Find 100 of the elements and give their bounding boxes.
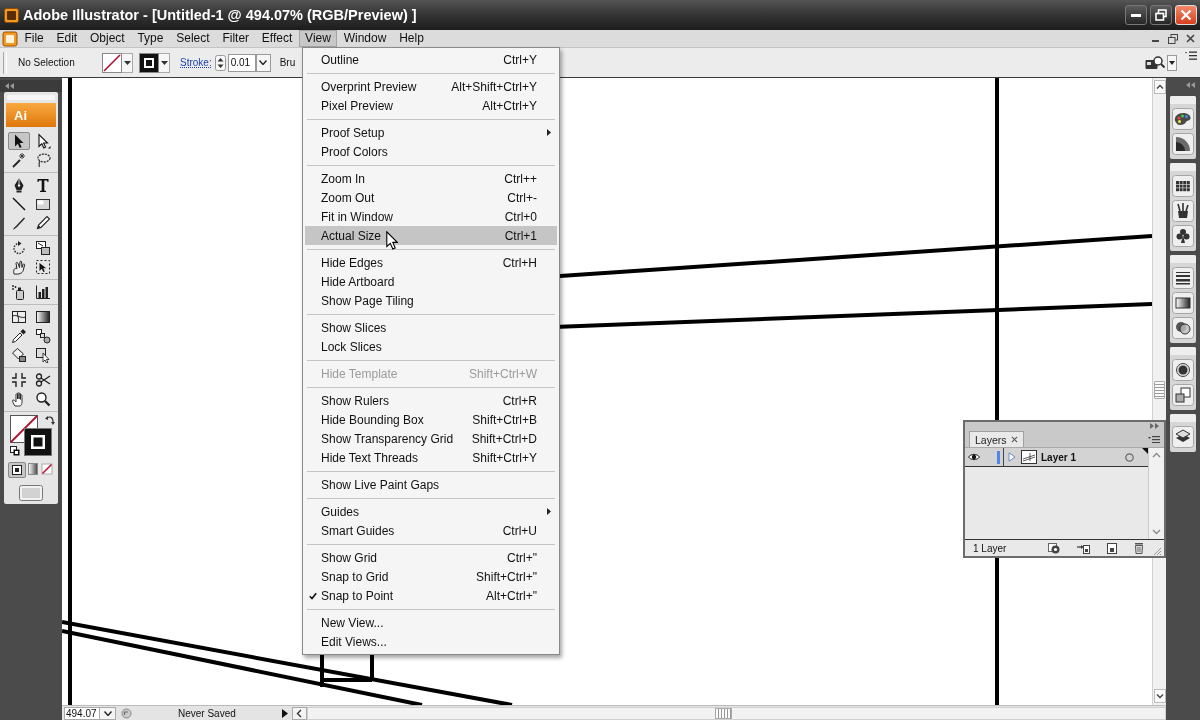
swap-arrows-icon[interactable] [45,415,55,425]
magnifier-icon[interactable] [35,390,51,407]
grip-bar[interactable] [1170,163,1196,171]
overlapping-circles-icon[interactable] [1172,317,1194,339]
menu-item[interactable]: New View... [305,613,557,632]
circle-arrow-icon[interactable] [121,707,132,719]
gradient-icon[interactable] [1172,292,1194,314]
hollow-arrow-icon[interactable] [35,132,51,149]
menu-item[interactable]: Select [169,30,216,47]
spray-can-icon[interactable] [11,283,27,300]
collapse-arrows-icon[interactable] [5,83,14,89]
camera-magnifier-icon[interactable] [1145,54,1165,71]
grip-bar[interactable] [1170,347,1196,355]
rotate-icon[interactable] [11,239,27,256]
menu-item[interactable]: Zoom Out Ctrl+- [305,188,557,207]
pencil-icon[interactable] [35,214,51,231]
menu-item[interactable]: Edit Views... [305,632,557,651]
layers-tab[interactable]: Layers [969,431,1024,447]
dropdown-button[interactable] [1167,54,1177,71]
eyedropper-icon[interactable] [11,327,27,344]
fill-swatch-icon[interactable] [102,52,122,73]
square-circle-icon[interactable] [1048,542,1061,554]
menu-item[interactable]: Outline Ctrl+Y [305,50,557,69]
stroke-lines-icon[interactable] [1172,267,1194,289]
menu-item[interactable]: Hide Artboard [305,272,557,291]
scrollbar-thumb[interactable] [1154,381,1165,399]
stroke-weight-field[interactable]: 0.01 [227,53,256,72]
scroll-left-button[interactable] [291,706,307,720]
dropdown-button[interactable] [122,52,133,73]
overlapping-squares-icon[interactable] [1172,384,1194,406]
palette-icon[interactable] [1172,108,1194,130]
menu-item[interactable]: View [298,30,338,47]
menu-item[interactable]: Snap to Grid Shift+Ctrl+" [305,567,557,586]
grip-bar[interactable] [1170,414,1196,422]
scrollbar-thumb[interactable] [714,707,732,719]
menu-item[interactable]: Overprint Preview Alt+Shift+Ctrl+Y [305,77,557,96]
target-circle-icon[interactable] [1125,452,1134,462]
lasso-icon[interactable] [35,151,51,168]
expand-triangle-icon[interactable] [1008,452,1016,462]
blend-shapes-icon[interactable] [35,327,51,344]
menu-item[interactable]: Smart Guides Ctrl+U [305,521,557,540]
menu-item[interactable]: Hide Text Threads Shift+Ctrl+Y [305,448,557,467]
menu-item[interactable]: Guides [305,502,557,521]
menu-item[interactable]: Show Page Tiling [305,291,557,310]
menu-item[interactable]: Proof Setup [305,123,557,142]
line-icon[interactable] [11,195,27,212]
menu-item[interactable]: Show Slices [305,318,557,337]
menu-item[interactable]: Show Rulers Ctrl+R [305,391,557,410]
menu-item[interactable]: Pixel Preview Alt+Ctrl+Y [305,96,557,115]
menu-item[interactable]: Hide Bounding Box Shift+Ctrl+B [305,410,557,429]
close-icon[interactable] [1010,436,1018,443]
two-rectangles-icon[interactable] [35,239,51,256]
menu-item[interactable]: Show Live Paint Gaps [305,475,557,494]
menu-item[interactable]: Snap to Point Alt+Ctrl+" [305,586,557,605]
screen-mode-icon[interactable] [19,485,43,501]
new-page-icon[interactable] [1107,542,1118,554]
menu-item[interactable]: Effect [255,30,299,47]
scroll-up-icon[interactable] [1152,452,1161,458]
menu-item[interactable]: Help [392,30,431,47]
restore-button[interactable] [1150,5,1172,25]
arrow-into-page-icon[interactable] [1077,542,1091,554]
collapse-arrows-icon[interactable] [1186,82,1195,88]
minimize-button[interactable] [1125,5,1147,25]
layer-row[interactable]: Layer 1 [965,448,1148,467]
app-icon[interactable] [2,30,18,47]
mesh-icon[interactable] [11,308,27,325]
square-pointer-icon[interactable] [35,346,51,363]
club-icon[interactable] [1172,225,1194,247]
gradient-icon[interactable] [35,308,51,325]
scroll-down-icon[interactable] [1153,689,1166,703]
restore-icon[interactable] [1168,33,1178,44]
color-mode-icon[interactable] [8,462,26,478]
menu-item[interactable]: Edit [50,30,84,47]
menu-item[interactable]: Show Grid Ctrl+" [305,548,557,567]
resize-grip-icon[interactable] [1153,547,1162,556]
menu-item[interactable]: Filter [216,30,256,47]
crop-marks-icon[interactable] [11,371,27,388]
dropdown-button[interactable] [100,706,116,720]
layers-stack-icon[interactable] [1172,426,1194,448]
menu-item[interactable]: Type [131,30,170,47]
paint-bucket-icon[interactable] [11,346,27,363]
menu-item[interactable]: Fit in Window Ctrl+0 [305,207,557,226]
brushes-icon[interactable] [1172,200,1194,222]
eye-icon[interactable] [968,453,980,461]
scissors-icon[interactable] [35,371,51,388]
default-colors-icon[interactable] [10,446,20,456]
stroke-swatch-icon[interactable] [139,52,159,73]
menu-item[interactable]: Window [337,30,393,47]
close-button[interactable] [1175,5,1197,25]
menu-item[interactable]: Show Transparency Grid Shift+Ctrl+D [305,429,557,448]
hand-fingers-icon[interactable] [11,258,27,275]
stroke-link[interactable]: Stroke: [180,57,212,68]
expand-arrows-icon[interactable] [1150,423,1159,429]
scroll-up-icon[interactable] [1153,80,1166,94]
gradient-mode-icon[interactable] [26,462,40,476]
trash-icon[interactable] [1134,542,1145,554]
zoom-field[interactable]: 494.07 [64,706,100,720]
magic-wand-icon[interactable] [11,151,27,168]
swatch-grid-icon[interactable] [1172,175,1194,197]
dropdown-button[interactable] [159,52,170,73]
